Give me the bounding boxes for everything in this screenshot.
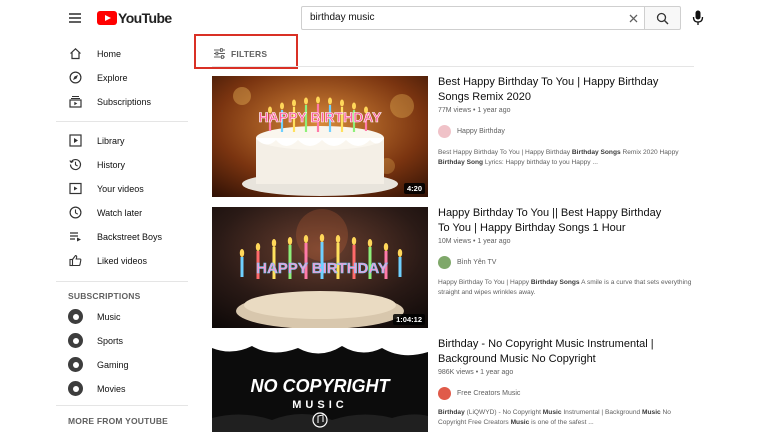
description-text: is one of the safest ... — [529, 419, 594, 426]
search-input[interactable]: birthday music — [301, 6, 645, 30]
top-bar: YouTube birthday music — [0, 0, 768, 36]
video-meta: 986K views • 1 year ago — [438, 369, 514, 376]
sidebar-divider — [56, 121, 188, 122]
sidebar-item-label: History — [97, 160, 126, 170]
sidebar-item-label: Library — [97, 136, 125, 146]
channel-avatar[interactable] — [438, 387, 451, 400]
video-thumbnail[interactable]: HAPPY BIRTHDAY 4:20 — [212, 76, 428, 197]
highlighted-keyword: Music — [510, 419, 530, 426]
video-description: Best Happy Birthday To You | Happy Birth… — [438, 148, 700, 168]
gaming-channel-avatar — [68, 357, 83, 372]
sidebar-item-label: Home — [97, 49, 122, 59]
clear-search-icon[interactable] — [628, 13, 639, 24]
movies-channel-avatar — [68, 381, 83, 396]
search-button[interactable] — [645, 6, 681, 30]
search-query: birthday music — [310, 12, 375, 23]
description-text: Best Happy Birthday To You | Happy Birth… — [438, 149, 572, 156]
sports-channel-avatar — [68, 333, 83, 348]
history-icon — [69, 158, 82, 171]
home-icon — [70, 47, 81, 60]
sidebar-item-label: Subscriptions — [97, 97, 152, 107]
description-text: Instrumental | Background — [561, 409, 642, 416]
clock-icon — [69, 206, 82, 219]
description-text: Remix 2020 Happy — [620, 149, 679, 156]
thumbnail-subtext: MUSIC — [292, 399, 347, 411]
sidebar-item-label: Music — [97, 312, 121, 322]
highlighted-keyword: Music — [542, 409, 562, 416]
menu-icon[interactable] — [69, 11, 83, 25]
subscriptions-icon — [69, 96, 82, 108]
library-icon — [69, 134, 82, 147]
birthday-candles-image: HAPPY BIRTHDAY — [212, 207, 428, 328]
sidebar-item-label: Backstreet Boys — [97, 232, 163, 242]
channel-name[interactable]: Free Creators Music — [457, 390, 520, 397]
sidebar-item-label: Watch later — [97, 208, 143, 218]
sidebar-item-label: Liked videos — [97, 256, 148, 266]
birthday-cake-image: HAPPY BIRTHDAY — [212, 76, 428, 197]
search-icon — [656, 12, 669, 25]
thumbnail-text: HAPPY BIRTHDAY — [256, 260, 388, 277]
compass-icon — [69, 71, 82, 84]
more-from-youtube-heading: MORE FROM YOUTUBE — [68, 416, 169, 426]
sidebar-item-label: Explore — [97, 73, 128, 83]
video-title[interactable]: Best Happy Birthday To You | Happy Birth… — [438, 75, 668, 105]
thumbs-up-icon — [69, 254, 82, 267]
channel-name[interactable]: Happy Birthday — [457, 128, 505, 135]
thumbnail-text: NO COPYRIGHT — [250, 376, 391, 396]
highlighted-keyword: Birthday Songs — [530, 279, 580, 286]
channel-avatar[interactable] — [438, 125, 451, 138]
video-title[interactable]: Birthday - No Copyright Music Instrument… — [438, 337, 668, 367]
sidebar-divider — [56, 281, 188, 282]
music-channel-avatar — [68, 309, 83, 324]
highlighted-keyword: Birthday Songs — [571, 149, 621, 156]
video-description: Birthday (LiQWYD) - No Copyright Music I… — [438, 408, 700, 428]
description-text: Lyrics: Happy birthday to you Happy ... — [483, 159, 598, 166]
video-duration: 1:04:12 — [393, 314, 425, 325]
channel-avatar[interactable] — [438, 256, 451, 269]
highlighted-keyword: Birthday — [438, 409, 465, 416]
video-thumbnail[interactable]: NO COPYRIGHT MUSIC — [212, 338, 428, 432]
sidebar-item-label: Movies — [97, 384, 126, 394]
video-thumbnail[interactable]: HAPPY BIRTHDAY 1:04:12 — [212, 207, 428, 328]
filters-divider — [212, 66, 694, 67]
thumbnail-text: HAPPY BIRTHDAY — [259, 109, 383, 125]
sidebar-item-label: Your videos — [97, 184, 144, 194]
highlighted-keyword: Music — [642, 409, 661, 416]
video-title[interactable]: Happy Birthday To You || Best Happy Birt… — [438, 206, 668, 236]
sidebar-item-label: Sports — [97, 336, 124, 346]
description-text: Happy Birthday To You | Happy — [438, 279, 531, 286]
playlist-icon — [70, 232, 81, 242]
sidebar-divider — [56, 405, 188, 406]
no-copyright-music-image: NO COPYRIGHT MUSIC — [212, 338, 428, 432]
filters-label: FILTERS — [231, 49, 268, 59]
highlighted-keyword: Song — [466, 159, 484, 166]
youtube-play-icon — [97, 11, 117, 25]
logo-text: YouTube — [118, 10, 172, 26]
video-meta: 10M views • 1 year ago — [438, 238, 511, 245]
microphone-icon[interactable] — [692, 10, 704, 26]
video-description: Happy Birthday To You | Happy Birthday S… — [438, 278, 700, 298]
description-text: (LiQWYD) - No Copyright — [464, 409, 543, 416]
highlighted-keyword: Birthday — [438, 159, 465, 166]
subscriptions-heading: SUBSCRIPTIONS — [68, 291, 141, 301]
video-duration: 4:20 — [403, 183, 425, 194]
your-videos-icon — [69, 182, 82, 195]
video-meta: 77M views • 1 year ago — [438, 107, 511, 114]
channel-name[interactable]: Bình Yên TV — [457, 259, 496, 266]
sidebar-item-label: Gaming — [97, 360, 129, 370]
filter-sliders-icon — [214, 48, 225, 59]
